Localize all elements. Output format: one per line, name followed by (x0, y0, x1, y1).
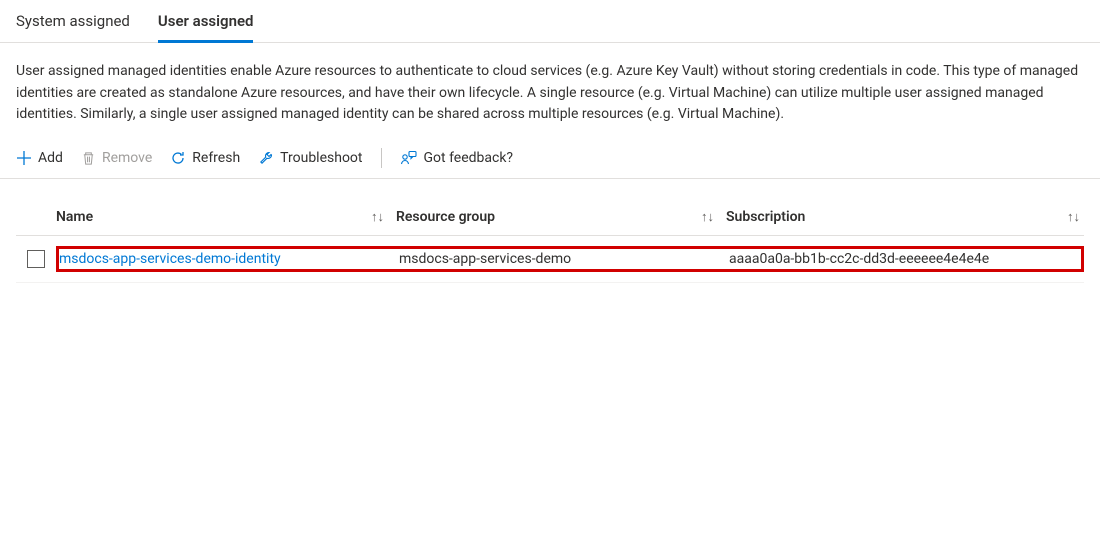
identities-table: Name ↑↓ Resource group ↑↓ Subscription ↑… (0, 179, 1100, 283)
feedback-label: Got feedback? (424, 150, 514, 166)
feedback-button[interactable]: Got feedback? (400, 149, 514, 167)
remove-label: Remove (102, 150, 152, 166)
add-button[interactable]: Add (16, 150, 63, 166)
column-header-name[interactable]: Name (56, 209, 93, 225)
refresh-label: Refresh (192, 150, 240, 166)
wrench-icon (258, 150, 274, 166)
tab-system-assigned[interactable]: System assigned (16, 6, 130, 42)
sort-icon[interactable]: ↑↓ (701, 209, 714, 225)
identity-name-link[interactable]: msdocs-app-services-demo-identity (59, 251, 281, 267)
column-header-resource-group[interactable]: Resource group (396, 209, 495, 225)
column-header-subscription[interactable]: Subscription (726, 209, 805, 225)
identity-description: User assigned managed identities enable … (0, 43, 1100, 144)
identity-subscription: aaaa0a0a-bb1b-cc2c-dd3d-eeeeee4e4e4e (729, 251, 989, 267)
toolbar: Add Remove Refresh Troubleshoot Got feed… (0, 144, 1100, 179)
tabs: System assigned User assigned (0, 0, 1100, 43)
refresh-icon (170, 150, 186, 166)
refresh-button[interactable]: Refresh (170, 150, 240, 166)
add-label: Add (38, 150, 63, 166)
troubleshoot-label: Troubleshoot (280, 150, 362, 166)
tab-user-assigned[interactable]: User assigned (158, 6, 254, 43)
highlighted-row-content: msdocs-app-services-demo-identity msdocs… (56, 246, 1084, 272)
toolbar-separator (381, 148, 382, 168)
plus-icon (16, 150, 32, 166)
identity-resource-group: msdocs-app-services-demo (399, 251, 571, 267)
remove-button: Remove (81, 150, 152, 166)
troubleshoot-button[interactable]: Troubleshoot (258, 150, 362, 166)
sort-icon[interactable]: ↑↓ (371, 209, 384, 225)
row-checkbox[interactable] (27, 250, 45, 268)
trash-icon (81, 151, 96, 166)
sort-icon[interactable]: ↑↓ (1067, 209, 1080, 225)
table-row[interactable]: msdocs-app-services-demo-identity msdocs… (16, 236, 1084, 283)
table-header-row: Name ↑↓ Resource group ↑↓ Subscription ↑… (16, 199, 1084, 236)
person-feedback-icon (400, 149, 418, 167)
